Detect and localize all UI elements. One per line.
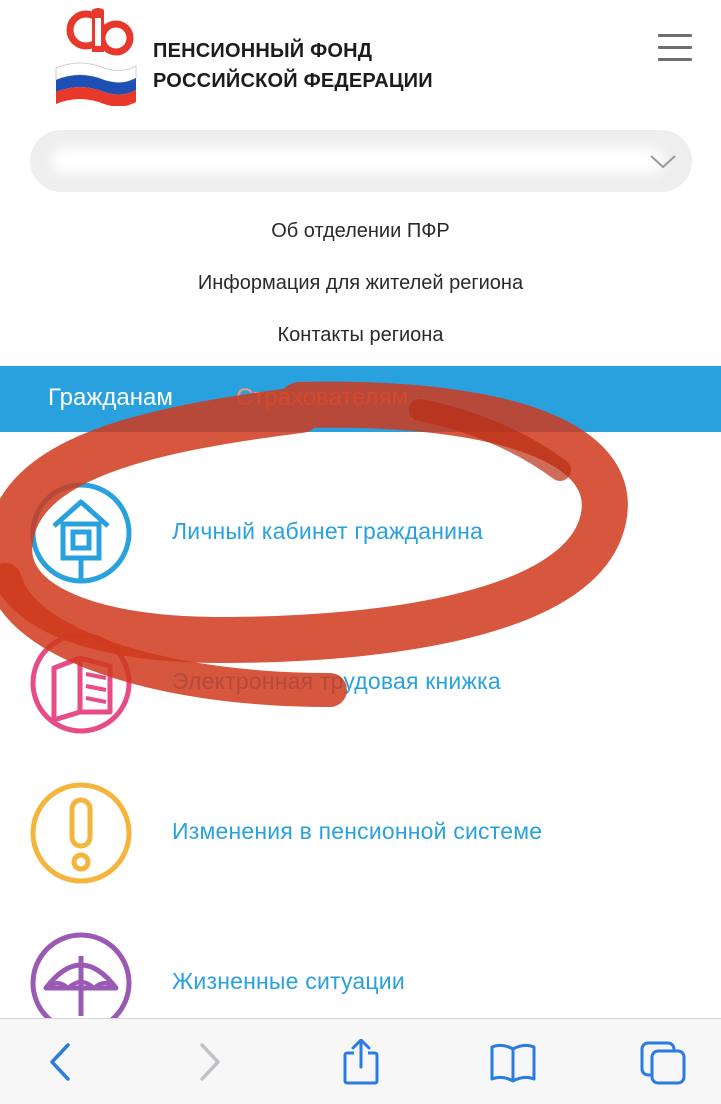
site-header: ПЕНСИОННЫЙ ФОНД РОССИЙСКОЙ ФЕДЕРАЦИИ bbox=[0, 0, 721, 120]
service-electronic-workbook[interactable]: Электронная трудовая книжка bbox=[0, 622, 721, 742]
tab-citizens[interactable]: Гражданам bbox=[48, 384, 173, 412]
service-label: Личный кабинет гражданина bbox=[172, 518, 484, 544]
forward-icon[interactable] bbox=[184, 1039, 234, 1085]
back-icon[interactable] bbox=[36, 1039, 86, 1085]
org-name-line1: ПЕНСИОННЫЙ ФОНД bbox=[153, 40, 373, 62]
chevron-down-icon bbox=[650, 155, 676, 169]
audience-tabs: Гражданам Страхователям bbox=[0, 366, 721, 432]
share-icon[interactable] bbox=[336, 1039, 386, 1085]
service-label: Жизненные ситуации bbox=[172, 968, 405, 994]
browser-toolbar bbox=[0, 1018, 721, 1104]
book-icon bbox=[30, 632, 132, 734]
region-links: Об отделении ПФР Информация для жителей … bbox=[0, 205, 721, 361]
tab-insurers[interactable]: Страхователям bbox=[236, 384, 408, 412]
house-icon bbox=[30, 482, 132, 584]
pfr-logo-icon[interactable] bbox=[50, 6, 140, 106]
bookmarks-icon[interactable] bbox=[488, 1039, 538, 1085]
region-select-value bbox=[52, 148, 662, 174]
service-label: Изменения в пенсионной системе bbox=[172, 818, 543, 844]
tabs-icon[interactable] bbox=[638, 1039, 688, 1085]
link-about-branch[interactable]: Об отделении ПФР bbox=[0, 205, 721, 257]
region-select[interactable] bbox=[30, 130, 692, 192]
org-name-line2: РОССИЙСКОЙ ФЕДЕРАЦИИ bbox=[153, 70, 433, 92]
exclamation-icon bbox=[30, 782, 132, 884]
hamburger-menu-icon[interactable] bbox=[658, 34, 692, 64]
link-region-info[interactable]: Информация для жителей региона bbox=[0, 257, 721, 309]
service-pension-changes[interactable]: Изменения в пенсионной системе bbox=[0, 772, 721, 892]
service-personal-account[interactable]: Личный кабинет гражданина bbox=[0, 472, 721, 592]
service-label: Электронная трудовая книжка bbox=[172, 668, 501, 694]
org-name: ПЕНСИОННЫЙ ФОНД РОССИЙСКОЙ ФЕДЕРАЦИИ bbox=[153, 36, 433, 96]
link-region-contacts[interactable]: Контакты региона bbox=[0, 309, 721, 361]
